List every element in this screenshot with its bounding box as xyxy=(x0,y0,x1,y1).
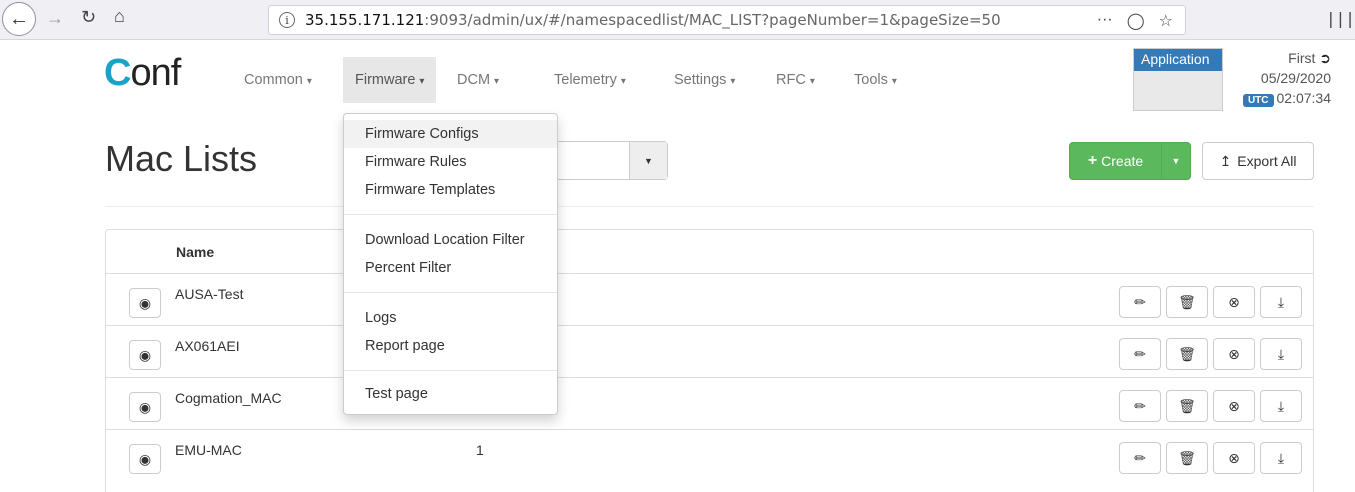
back-arrow-icon[interactable]: ← xyxy=(2,2,36,36)
delete-trash-icon[interactable]: 🗑 xyxy=(1166,338,1208,370)
menu-item-logs[interactable]: Logs xyxy=(344,304,557,332)
delete-trash-icon[interactable]: 🗑 xyxy=(1166,286,1208,318)
nav-common[interactable]: Common ▾ xyxy=(232,57,324,103)
remove-circle-icon[interactable]: ⊗ xyxy=(1213,286,1255,318)
more-actions-icon[interactable]: ··· xyxy=(1097,11,1113,31)
nav-dcm[interactable]: DCM ▾ xyxy=(445,57,511,103)
app-navbar: Conf Common ▾ Firmware ▾ DCM ▾ Telemetry ▾ S… xyxy=(0,40,1355,115)
nav-telemetry[interactable]: Telemetry ▾ xyxy=(542,57,638,103)
download-icon[interactable]: ⤓ xyxy=(1260,390,1302,422)
create-button-group: + Create ▼ xyxy=(1069,142,1191,180)
menu-item-test-page[interactable]: Test page xyxy=(344,380,557,408)
page-title: Mac Lists xyxy=(105,138,258,179)
current-time: 02:07:34 xyxy=(1276,90,1332,106)
browser-toolbar: ← → ↻ ⌂ i 35.155.171.121:9093/admin/ux/#… xyxy=(0,0,1355,40)
row-count: 1 xyxy=(476,442,484,458)
view-eye-icon[interactable]: ◉ xyxy=(129,392,161,422)
create-button[interactable]: + Create xyxy=(1070,143,1162,179)
menu-item-report-page[interactable]: Report page xyxy=(344,332,557,360)
pocket-icon[interactable]: ◯ xyxy=(1127,11,1145,31)
nav-firmware[interactable]: Firmware ▾ xyxy=(343,57,437,103)
remove-circle-icon[interactable]: ⊗ xyxy=(1213,338,1255,370)
export-icon: ↥ xyxy=(1219,152,1232,169)
table-row: ◉ EMU-MAC 1 ✏ 🗑 ⊗ ⤓ xyxy=(106,429,1313,481)
row-name: AX061AEI xyxy=(175,338,240,354)
nav-settings[interactable]: Settings ▾ xyxy=(662,57,747,103)
library-icon[interactable]: |||\ xyxy=(1326,9,1355,28)
table-row: ◉ Cogmation_MAC ✏ 🗑 ⊗ ⤓ xyxy=(106,377,1313,429)
remove-circle-icon[interactable]: ⊗ xyxy=(1213,390,1255,422)
info-icon[interactable]: i xyxy=(279,12,295,28)
column-header-name: Name xyxy=(176,244,215,260)
menu-item-firmware-configs[interactable]: Firmware Configs xyxy=(344,120,557,148)
caret-down-icon: ▾ xyxy=(306,76,312,87)
caret-down-icon: ▾ xyxy=(891,76,897,87)
caret-down-icon: ▾ xyxy=(809,76,815,87)
utc-badge: UTC xyxy=(1242,94,1274,107)
firmware-dropdown-menu: Firmware Configs Firmware Rules Firmware… xyxy=(343,113,558,415)
address-bar[interactable]: i 35.155.171.121:9093/admin/ux/#/namespa… xyxy=(268,5,1186,35)
table-row: ◉ AX061AEI ✏ 🗑 ⊗ ⤓ xyxy=(106,325,1313,377)
edit-pencil-icon[interactable]: ✏ xyxy=(1119,390,1161,422)
menu-item-download-location-filter[interactable]: Download Location Filter xyxy=(344,226,557,254)
menu-divider xyxy=(344,292,557,293)
row-name: Cogmation_MAC xyxy=(175,390,282,406)
filter-select[interactable]: ▼ xyxy=(540,141,668,180)
row-name: EMU-MAC xyxy=(175,442,242,458)
caret-down-icon: ▾ xyxy=(620,76,626,87)
download-icon[interactable]: ⤓ xyxy=(1260,286,1302,318)
menu-divider xyxy=(344,214,557,215)
create-dropdown-toggle[interactable]: ▼ xyxy=(1162,143,1190,179)
url-text: 35.155.171.121:9093/admin/ux/#/namespace… xyxy=(305,11,1001,29)
user-name[interactable]: First xyxy=(1288,50,1315,66)
home-icon[interactable]: ⌂ xyxy=(114,6,125,27)
menu-item-firmware-templates[interactable]: Firmware Templates xyxy=(344,176,557,204)
download-icon[interactable]: ⤓ xyxy=(1260,338,1302,370)
menu-divider xyxy=(344,370,557,371)
menu-item-percent-filter[interactable]: Percent Filter xyxy=(344,254,557,282)
nav-tools[interactable]: Tools ▾ xyxy=(842,57,909,103)
caret-down-icon[interactable]: ▼ xyxy=(629,142,667,179)
delete-trash-icon[interactable]: 🗑 xyxy=(1166,442,1208,474)
menu-item-firmware-rules[interactable]: Firmware Rules xyxy=(344,148,557,176)
caret-down-icon: ▾ xyxy=(494,76,500,87)
bookmark-star-icon[interactable]: ☆ xyxy=(1159,11,1173,31)
caret-down-icon: ▾ xyxy=(730,76,736,87)
row-name: AUSA-Test xyxy=(175,286,244,302)
logout-icon[interactable]: ➲ xyxy=(1319,50,1331,66)
nav-rfc[interactable]: RFC ▾ xyxy=(764,57,827,103)
table-row: ◉ AUSA-Test ✏ 🗑 ⊗ ⤓ xyxy=(106,273,1313,325)
divider xyxy=(105,206,1314,207)
delete-trash-icon[interactable]: 🗑 xyxy=(1166,390,1208,422)
application-selector[interactable]: Application xyxy=(1133,48,1223,111)
view-eye-icon[interactable]: ◉ xyxy=(129,288,161,318)
edit-pencil-icon[interactable]: ✏ xyxy=(1119,338,1161,370)
download-icon[interactable]: ⤓ xyxy=(1260,442,1302,474)
mac-lists-table: Name ◉ AUSA-Test ✏ 🗑 ⊗ ⤓ ◉ AX061AEI ✏ 🗑 … xyxy=(105,229,1314,492)
remove-circle-icon[interactable]: ⊗ xyxy=(1213,442,1255,474)
plus-icon: + xyxy=(1087,152,1098,169)
export-all-button[interactable]: ↥ Export All xyxy=(1202,142,1314,180)
caret-down-icon: ▾ xyxy=(419,76,425,87)
user-info: First ➲ 05/29/2020 UTC 02:07:34 xyxy=(1242,48,1332,111)
edit-pencil-icon[interactable]: ✏ xyxy=(1119,286,1161,318)
view-eye-icon[interactable]: ◉ xyxy=(129,444,161,474)
reload-icon[interactable]: ↻ xyxy=(81,7,96,28)
xconf-logo[interactable]: Conf xyxy=(104,52,181,95)
application-label: Application xyxy=(1134,49,1222,71)
current-date: 05/29/2020 xyxy=(1260,70,1331,86)
forward-arrow-icon[interactable]: → xyxy=(46,8,64,29)
edit-pencil-icon[interactable]: ✏ xyxy=(1119,442,1161,474)
view-eye-icon[interactable]: ◉ xyxy=(129,340,161,370)
